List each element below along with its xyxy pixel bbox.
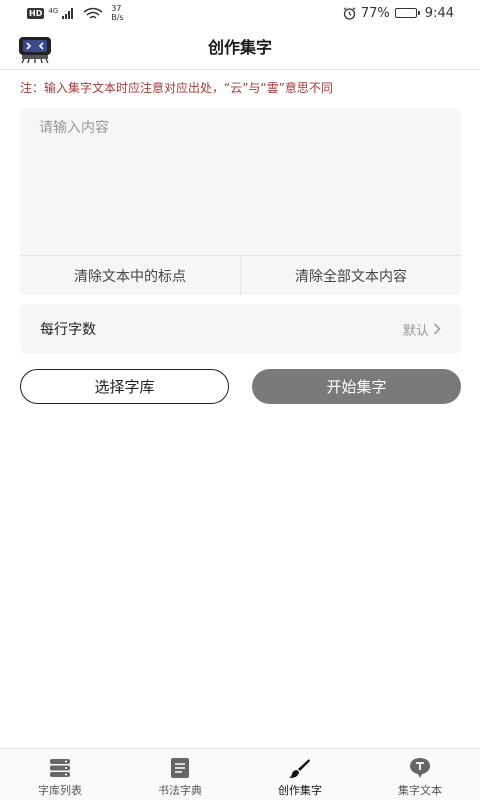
alarm-icon [343, 6, 356, 20]
source-note: 注：输入集字文本时应注意对应出处，“云”与“雲”意思不同 [20, 81, 333, 95]
brush-icon [289, 759, 310, 778]
screen: HD 4G 37 B/s 77% 9:44 创作集字 注：输入集字文本时应注意对… [0, 0, 480, 800]
wifi-icon [83, 7, 103, 19]
dictionary-icon [171, 758, 189, 778]
tab-create-collection[interactable]: 创作集字 [240, 749, 360, 800]
tab-calligraphy-dictionary[interactable]: 书法字典 [120, 749, 240, 800]
tab-label: 创作集字 [278, 784, 322, 797]
start-collect-button[interactable]: 开始集字 [252, 369, 461, 404]
net-speed: 37 B/s [111, 4, 123, 22]
tab-label: 字库列表 [38, 784, 82, 797]
chars-per-row-value: 默认 [402, 323, 429, 339]
chars-per-row-value-wrap: 默认 [403, 320, 441, 339]
page-title: 创作集字 [207, 38, 272, 57]
font-library-icon [50, 759, 70, 777]
app-header: 创作集字 [0, 26, 480, 70]
net-speed-unit: B/s [111, 13, 124, 22]
network-gen: 4G [48, 7, 59, 15]
tab-collected-text[interactable]: 集字文本 [360, 749, 480, 800]
text-bubble-icon [410, 758, 430, 778]
bottom-tab-bar: 字库列表 书法字典 创作集字 集字文本 [0, 748, 480, 800]
chars-per-row-label: 每行字数 [40, 322, 96, 338]
status-bar: HD 4G 37 B/s 77% 9:44 [0, 0, 480, 26]
text-input-card: 清除文本中的标点 清除全部文本内容 [20, 108, 461, 295]
clear-all-text-button[interactable]: 清除全部文本内容 [240, 256, 461, 295]
clock: 9:44 [424, 5, 454, 21]
select-font-library-button[interactable]: 选择字库 [20, 369, 229, 404]
signal-icon [62, 7, 74, 19]
chevron-right-icon [433, 323, 441, 335]
tab-label: 书法字典 [158, 784, 202, 797]
content-input[interactable] [20, 108, 461, 255]
tab-label: 集字文本 [398, 784, 442, 797]
robot-mascot-icon[interactable] [16, 34, 54, 64]
status-left: HD 4G 37 B/s [27, 4, 124, 22]
chars-per-row-setting[interactable]: 每行字数 默认 [20, 304, 461, 354]
tab-font-library[interactable]: 字库列表 [0, 749, 120, 800]
card-actions: 清除文本中的标点 清除全部文本内容 [20, 255, 461, 295]
status-right: 77% 9:44 [343, 6, 454, 21]
net-speed-value: 37 [111, 4, 122, 13]
clear-punctuation-button[interactable]: 清除文本中的标点 [20, 256, 240, 295]
hd-badge: HD [27, 7, 45, 19]
battery-icon [394, 8, 420, 18]
battery-percent: 77% [360, 5, 390, 21]
